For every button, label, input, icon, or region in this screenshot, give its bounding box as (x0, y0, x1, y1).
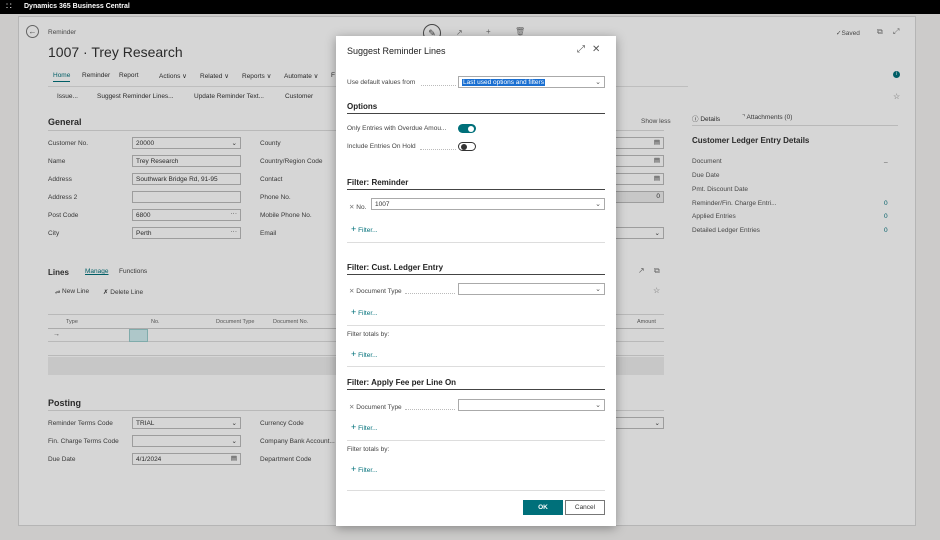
dotted-leader (405, 293, 455, 294)
divider (347, 189, 605, 190)
add-filter-link[interactable]: + Filter... (351, 349, 378, 359)
ok-button[interactable]: OK (523, 500, 563, 515)
add-filter-link[interactable]: + Filter... (351, 307, 378, 317)
options-title: Options (347, 102, 378, 111)
document-type-label: ✕ Document Type (349, 404, 402, 411)
filter-fee-title: Filter: Apply Fee per Line On (347, 378, 457, 387)
dotted-leader (421, 85, 456, 86)
divider (347, 113, 605, 114)
filter-totals-label: Filter totals by: (347, 331, 390, 338)
divider (347, 274, 605, 275)
overdue-entries-toggle[interactable] (458, 124, 476, 133)
document-type-select[interactable]: ⌄ (458, 399, 605, 411)
entries-on-hold-toggle[interactable] (458, 142, 476, 151)
divider (347, 242, 605, 243)
app-title: Dynamics 365 Business Central (24, 3, 130, 10)
add-filter-link[interactable]: + Filter... (351, 224, 378, 234)
divider (347, 440, 605, 441)
filter-no-input[interactable]: 1007 ⌄ (371, 198, 605, 210)
close-icon[interactable]: ✕ (592, 44, 600, 55)
add-filter-link[interactable]: + Filter... (351, 422, 378, 432)
suggest-reminder-lines-dialog: Suggest Reminder Lines ⤢ ✕ Use default v… (336, 36, 616, 526)
dotted-leader (420, 149, 456, 150)
document-type-label: ✕ Document Type (349, 288, 402, 295)
divider (347, 490, 605, 491)
filter-cle-title: Filter: Cust. Ledger Entry (347, 263, 444, 272)
add-filter-link[interactable]: + Filter... (351, 464, 378, 474)
default-values-label: Use default values from (347, 79, 416, 86)
expand-dialog-icon[interactable]: ⤢ (577, 44, 585, 55)
divider (347, 366, 605, 367)
default-values-select[interactable]: Last used options and filters ⌄ (458, 76, 605, 88)
dialog-title: Suggest Reminder Lines (347, 46, 446, 56)
dotted-leader (405, 409, 455, 410)
divider (347, 325, 605, 326)
filter-no-label: ✕ No. (349, 204, 367, 211)
app-launcher-icon[interactable]: ∷ (6, 2, 15, 11)
app-header: ∷ Dynamics 365 Business Central (0, 0, 940, 14)
remove-filter-icon[interactable]: ✕ (349, 404, 354, 411)
document-type-select[interactable]: ⌄ (458, 283, 605, 295)
remove-filter-icon[interactable]: ✕ (349, 204, 354, 211)
filter-reminder-title: Filter: Reminder (347, 178, 409, 187)
divider (347, 389, 605, 390)
overdue-entries-label: Only Entries with Overdue Amou... (347, 125, 447, 132)
filter-totals-label: Filter totals by: (347, 446, 390, 453)
cancel-button[interactable]: Cancel (565, 500, 605, 515)
entries-on-hold-label: Include Entries On Hold (347, 143, 416, 150)
remove-filter-icon[interactable]: ✕ (349, 288, 354, 295)
